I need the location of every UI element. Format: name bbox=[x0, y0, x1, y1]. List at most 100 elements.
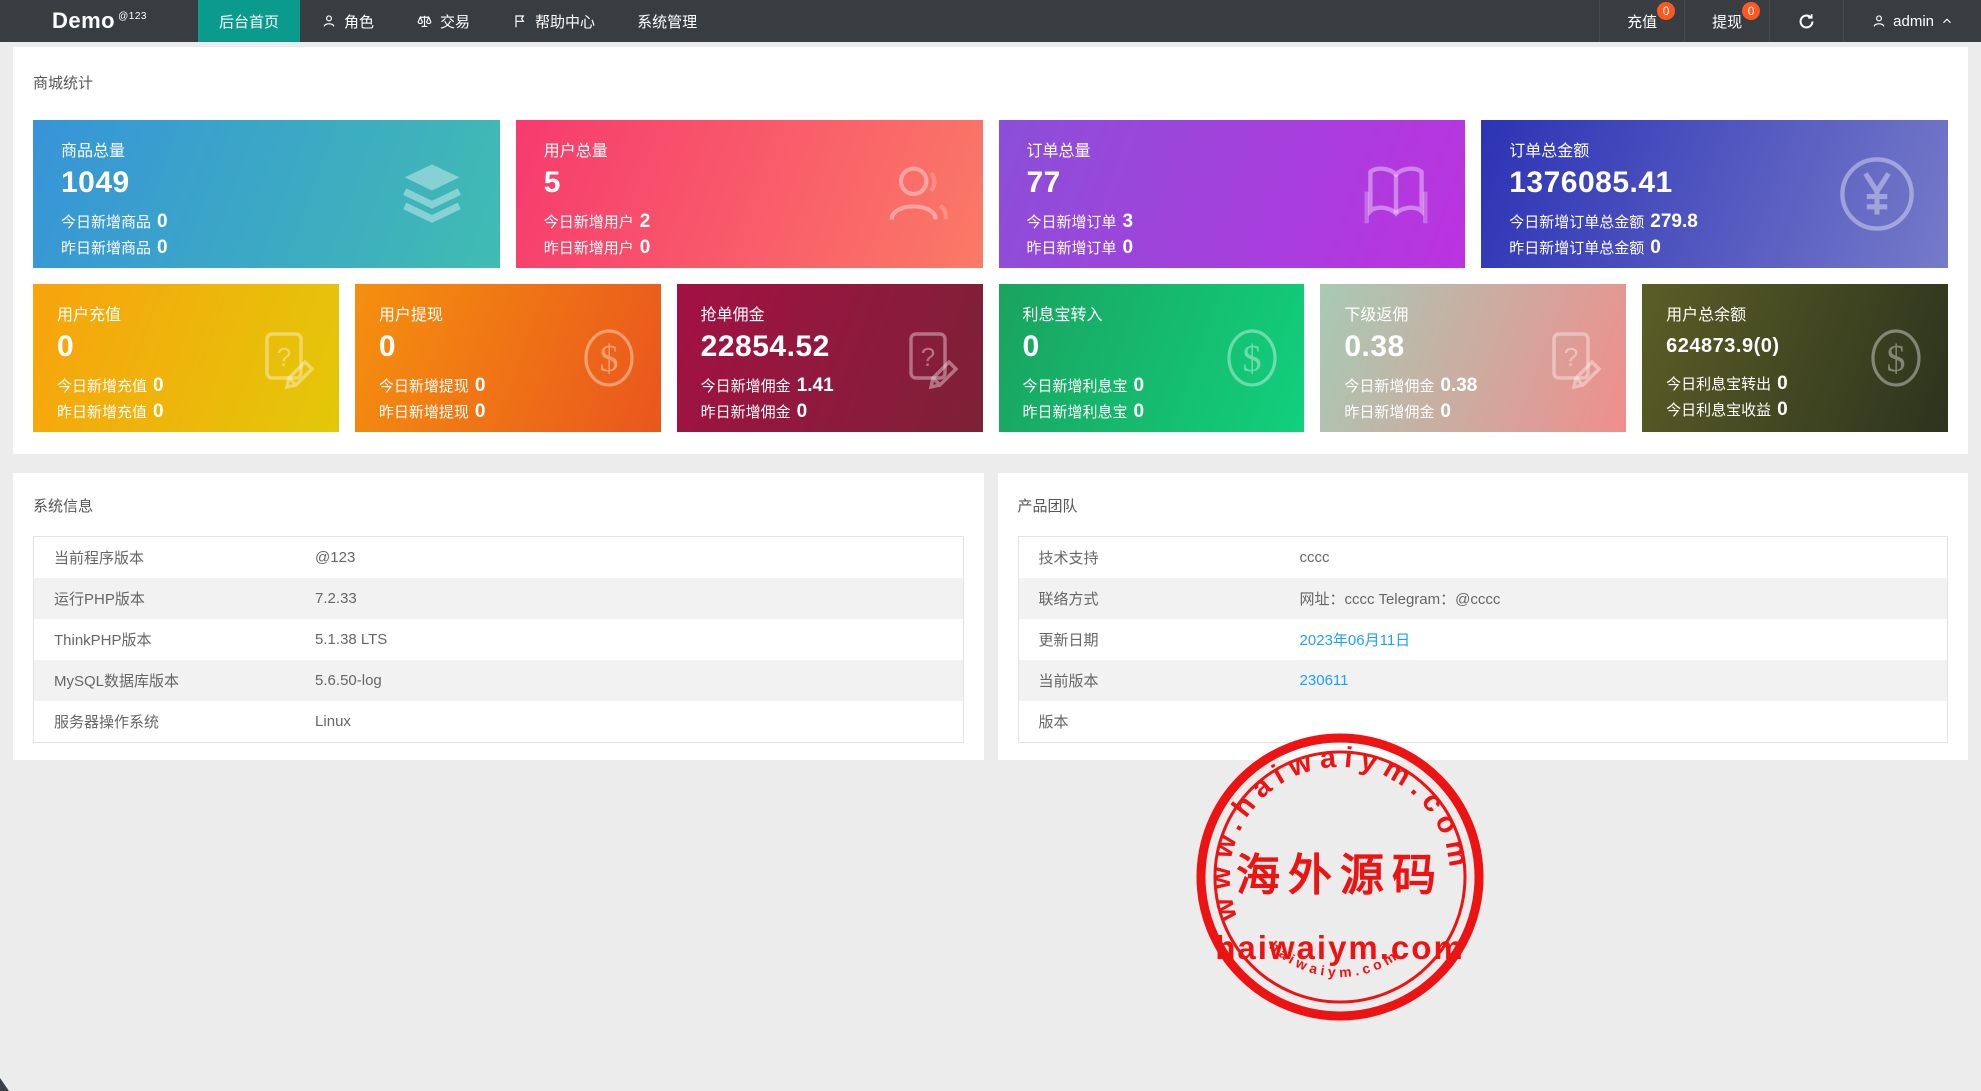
info-value: Linux bbox=[315, 713, 351, 730]
stat-line-label: 昨日新增用户 bbox=[543, 240, 634, 257]
layers-icon bbox=[394, 156, 470, 232]
info-label: ThinkPHP版本 bbox=[54, 632, 152, 649]
stat-line-label: 今日利息宝转出 bbox=[1666, 376, 1772, 393]
svg-text:$: $ bbox=[1243, 338, 1262, 380]
stat-line-label: 昨日新增利息宝 bbox=[1022, 404, 1128, 421]
info-row: 服务器操作系统 Linux bbox=[34, 701, 964, 743]
stat-title: 下级返佣 bbox=[1344, 307, 1409, 324]
book-icon bbox=[1357, 155, 1435, 233]
menu-item-help-center[interactable]: 帮助中心 bbox=[491, 0, 616, 42]
stamp-main-text: haiwaiym.com bbox=[1215, 929, 1465, 966]
stat-card-grab-commission: 抢单佣金 22854.52 今日新增佣金 1.41 昨日新增佣金 0 ? bbox=[676, 284, 983, 432]
doc-question-icon: ? bbox=[899, 326, 963, 390]
user-menu[interactable]: admin bbox=[1843, 0, 1981, 42]
logo-version: @123 bbox=[118, 10, 147, 22]
stat-line-value: 0 bbox=[1122, 237, 1134, 258]
info-row: 技术支持 cccc bbox=[1018, 537, 1948, 579]
info-value: 5.1.38 LTS bbox=[315, 631, 388, 648]
stat-line-value: 0 bbox=[153, 401, 164, 422]
stat-line-value: 0 bbox=[157, 237, 168, 258]
info-value: cccc bbox=[1299, 549, 1330, 566]
person-icon bbox=[321, 13, 337, 29]
info-row: 更新日期 2023年06月11日 bbox=[1018, 619, 1948, 660]
stat-title: 用户总余额 bbox=[1666, 307, 1747, 324]
update-date-link[interactable]: 2023年06月11日 bbox=[1288, 619, 1948, 660]
stat-line-value: 0 bbox=[796, 401, 808, 422]
main-menu: 后台首页 角色 交易 帮助中心 系统管理 bbox=[198, 0, 718, 42]
stat-title: 用户提现 bbox=[378, 307, 443, 324]
stat-card-orders-total: 订单总量 77 今日新增订单 3 昨日新增订单 0 bbox=[998, 120, 1466, 268]
svg-text:$: $ bbox=[1887, 338, 1906, 380]
svg-text:?: ? bbox=[920, 342, 934, 372]
menu-item-system-admin[interactable]: 系统管理 bbox=[616, 0, 718, 42]
product-team-title: 产品团队 bbox=[1017, 498, 1078, 515]
stat-card-orders-amount: 订单总金额 1376085.41 今日新增订单总金额 279.8 昨日新增订单总金… bbox=[1481, 120, 1948, 268]
info-label: 服务器操作系统 bbox=[54, 714, 160, 731]
stat-card-user-withdraw: 用户提现 0 今日新增提现 0 昨日新增提现 0 $ bbox=[354, 284, 661, 432]
stat-line: 昨日新增提现 0 bbox=[379, 400, 643, 424]
stat-line-value: 0 bbox=[639, 237, 651, 258]
stat-card-users-total: 用户总量 5 今日新增用户 2 昨日新增用户 0 bbox=[515, 120, 983, 268]
stat-line-label: 今日利息宝收益 bbox=[1666, 402, 1772, 419]
withdraw-label: 提现 bbox=[1712, 13, 1743, 31]
info-label: 更新日期 bbox=[1038, 632, 1099, 649]
info-panels-row: 系统信息 当前程序版本 @123 运行PHP版本 7.2.33 ThinkPHP… bbox=[13, 473, 1968, 760]
recharge-label: 充值 bbox=[1627, 13, 1658, 31]
stat-line-label: 昨日新增佣金 bbox=[1344, 404, 1435, 421]
system-info-panel: 系统信息 当前程序版本 @123 运行PHP版本 7.2.33 ThinkPHP… bbox=[13, 473, 984, 760]
doc-question-icon: ? bbox=[255, 326, 319, 390]
menu-label: 系统管理 bbox=[637, 13, 698, 31]
stat-line-value: 0 bbox=[474, 401, 486, 422]
menu-item-trade[interactable]: 交易 bbox=[395, 0, 491, 42]
small-stat-row: 用户充值 0 今日新增充值 0 昨日新增充值 0 ? 用户提现 0 今日新增提现 0 … bbox=[33, 284, 1948, 432]
info-label: 当前版本 bbox=[1038, 673, 1099, 690]
stat-line-value: 0.38 bbox=[1440, 375, 1478, 396]
menu-label: 角色 bbox=[344, 13, 375, 31]
withdraw-button[interactable]: 提现 0 bbox=[1684, 0, 1769, 42]
scales-icon bbox=[416, 13, 433, 30]
refresh-button[interactable] bbox=[1769, 0, 1843, 42]
info-row: ThinkPHP版本 5.1.38 LTS bbox=[34, 619, 964, 660]
info-row: 当前程序版本 @123 bbox=[34, 537, 964, 579]
info-row: MySQL数据库版本 5.6.50-log bbox=[33, 660, 963, 701]
stat-line-value: 3 bbox=[1122, 211, 1134, 232]
stat-line-value: 0 bbox=[153, 375, 164, 396]
recharge-button[interactable]: 充值 0 bbox=[1599, 0, 1684, 42]
big-stat-row: 商品总量 1049 今日新增商品 0 昨日新增商品 0 用户总量 5 今日新增用户 2… bbox=[33, 120, 1948, 268]
menu-item-roles[interactable]: 角色 bbox=[300, 0, 395, 42]
stat-card-goods-total: 商品总量 1049 今日新增商品 0 昨日新增商品 0 bbox=[33, 120, 500, 268]
withdraw-badge: 0 bbox=[1742, 2, 1761, 20]
recharge-badge: 0 bbox=[1657, 2, 1676, 20]
yen-circle-icon bbox=[1836, 153, 1918, 235]
stamp-top-text: www.haiwaiym.com bbox=[1205, 741, 1476, 925]
stat-line: 昨日新增商品 0 bbox=[61, 236, 476, 260]
stat-line-value: 0 bbox=[1650, 237, 1661, 258]
stat-line: 昨日新增佣金 0 bbox=[701, 400, 965, 424]
stat-title: 利息宝转入 bbox=[1022, 307, 1103, 324]
stat-line-label: 今日新增提现 bbox=[378, 378, 469, 395]
stat-line-label: 昨日新增充值 bbox=[57, 404, 148, 421]
info-label: 当前程序版本 bbox=[54, 550, 145, 567]
menu-label: 后台首页 bbox=[219, 13, 280, 31]
info-value: 5.6.50-log bbox=[315, 672, 382, 689]
info-label: 联络方式 bbox=[1038, 591, 1099, 608]
stamp-outer-ring bbox=[1196, 733, 1484, 1021]
info-row: 版本 bbox=[1018, 701, 1948, 743]
stat-line-value: 1.41 bbox=[796, 375, 834, 396]
chevron-up-icon bbox=[1940, 14, 1954, 28]
corner-mark bbox=[0, 1078, 9, 1091]
info-label: 运行PHP版本 bbox=[54, 591, 145, 608]
system-info-title: 系统信息 bbox=[33, 498, 94, 515]
refresh-icon bbox=[1797, 12, 1816, 31]
menu-item-home[interactable]: 后台首页 bbox=[198, 0, 301, 42]
info-label: MySQL数据库版本 bbox=[54, 673, 180, 690]
stat-line-label: 今日新增用户 bbox=[543, 214, 634, 231]
dollar-circle-icon: $ bbox=[1220, 326, 1284, 390]
logo-text: Demo bbox=[52, 8, 116, 33]
stat-line-label: 今日新增佣金 bbox=[700, 378, 791, 395]
stat-card-user-balance: 用户总余额 624873.9(0) 今日利息宝转出 0 今日利息宝收益 0 $ bbox=[1642, 284, 1948, 432]
stat-line-label: 今日新增充值 bbox=[57, 378, 148, 395]
stat-line-label: 今日新增佣金 bbox=[1344, 378, 1435, 395]
current-version-link[interactable]: 230611 bbox=[1288, 660, 1948, 701]
info-value: 7.2.33 bbox=[315, 590, 357, 607]
